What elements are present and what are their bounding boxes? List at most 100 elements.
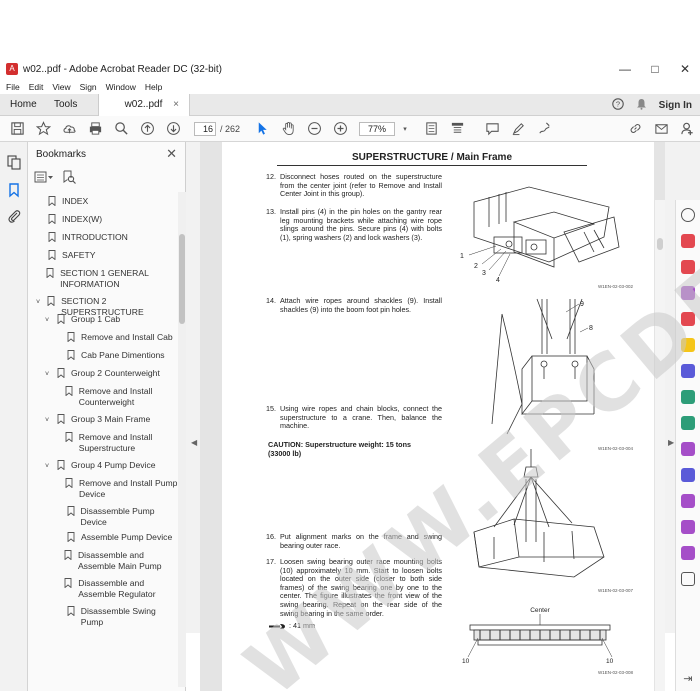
draw-icon[interactable] bbox=[536, 121, 552, 137]
fit-page-icon[interactable] bbox=[423, 121, 439, 137]
search-tool-icon[interactable] bbox=[681, 208, 695, 222]
bookmark-label: Group 2 Counterweight bbox=[71, 368, 160, 378]
protect-shield-icon[interactable] bbox=[681, 468, 695, 482]
cloud-upload-icon[interactable] bbox=[61, 121, 77, 137]
expand-chevron-icon[interactable]: ˅ bbox=[45, 369, 54, 380]
bookmark-label: INTRODUCTION bbox=[62, 232, 128, 242]
close-panel-icon[interactable]: ✕ bbox=[166, 146, 177, 162]
expand-chevron-icon[interactable]: ˅ bbox=[45, 415, 54, 426]
zoom-out-icon[interactable] bbox=[306, 121, 322, 137]
bookmark-item[interactable]: Cab Pane Dimentions bbox=[55, 350, 178, 361]
tab-close-icon[interactable]: × bbox=[173, 99, 179, 110]
comment-icon[interactable] bbox=[484, 121, 500, 137]
export-pdf-icon[interactable] bbox=[681, 234, 695, 248]
acrobat-window: A w02..pdf - Adobe Acrobat Reader DC (32… bbox=[0, 58, 700, 691]
link-icon[interactable] bbox=[627, 121, 643, 137]
expand-chevron-icon[interactable]: ˅ bbox=[36, 297, 44, 308]
page-thumbnails-icon[interactable] bbox=[6, 154, 22, 170]
print-icon[interactable] bbox=[87, 121, 103, 137]
email-icon[interactable] bbox=[653, 121, 669, 137]
tab-tools[interactable]: Tools bbox=[44, 94, 94, 116]
request-signature-icon[interactable] bbox=[681, 520, 695, 534]
edit-pdf-icon[interactable] bbox=[681, 286, 695, 300]
find-bookmark-icon[interactable] bbox=[62, 170, 82, 186]
tab-home[interactable]: Home bbox=[0, 94, 44, 116]
scan-ocr-icon[interactable] bbox=[681, 390, 695, 404]
select-cursor-icon[interactable] bbox=[254, 121, 270, 137]
create-pdf-icon[interactable] bbox=[681, 260, 695, 274]
sign-in-button[interactable]: Sign In bbox=[659, 100, 692, 111]
bookmark-item[interactable]: Disassemble and Assemble Regulator bbox=[55, 578, 178, 600]
bookmark-item[interactable]: ˅ Group 4 Pump Device bbox=[45, 460, 178, 472]
document-viewer: SUPERSTRUCTURE / Main Frame 12. Disconnec… bbox=[200, 142, 665, 691]
organize-pages-icon[interactable] bbox=[681, 364, 695, 378]
menu-help[interactable]: Help bbox=[145, 82, 162, 92]
bookmarks-panel-icon[interactable] bbox=[6, 182, 22, 198]
previous-page-icon[interactable] bbox=[139, 121, 155, 137]
fill-sign-icon[interactable] bbox=[681, 442, 695, 456]
share-user-icon[interactable] bbox=[679, 121, 695, 137]
bookmark-item[interactable]: INTRODUCTION bbox=[36, 232, 178, 243]
help-icon[interactable]: ? bbox=[611, 97, 624, 113]
bookmark-label: Disassemble Pump Device bbox=[80, 506, 155, 527]
document-scroll-thumb[interactable] bbox=[657, 238, 663, 250]
menu-window[interactable]: Window bbox=[106, 82, 136, 92]
menu-edit[interactable]: Edit bbox=[29, 82, 44, 92]
highlight-pen-icon[interactable] bbox=[510, 121, 526, 137]
expand-chevron-icon[interactable]: ˅ bbox=[45, 315, 54, 326]
expand-chevron-icon[interactable]: ˅ bbox=[45, 461, 54, 472]
menu-sign[interactable]: Sign bbox=[80, 82, 97, 92]
comment-tool-icon[interactable] bbox=[681, 338, 695, 352]
attachments-paperclip-icon[interactable] bbox=[6, 208, 22, 224]
scroll-mode-icon[interactable] bbox=[449, 121, 465, 137]
page-number-input[interactable]: 16 bbox=[194, 121, 216, 136]
collapse-left-pane-icon[interactable]: ◀ bbox=[191, 438, 197, 447]
menu-file[interactable]: File bbox=[6, 82, 20, 92]
bookmark-item[interactable]: SAFETY bbox=[36, 250, 178, 261]
caution-note: CAUTION: Superstructure weight: 15 tons … bbox=[268, 440, 411, 458]
collapse-right-pane-icon[interactable]: ▶ bbox=[668, 438, 674, 447]
save-icon[interactable] bbox=[9, 121, 25, 137]
step-number: 12. bbox=[266, 172, 276, 181]
svg-text:?: ? bbox=[616, 99, 620, 108]
bookmark-item[interactable]: Assemble Pump Device bbox=[55, 532, 178, 543]
zoom-level-select[interactable]: 77% bbox=[359, 121, 396, 136]
tab-document[interactable]: w02..pdf × bbox=[98, 94, 190, 116]
bookmark-item[interactable]: ˅ Group 1 Cab bbox=[45, 314, 178, 326]
certificates-icon[interactable] bbox=[681, 546, 695, 560]
bookmark-item[interactable]: SECTION 1 GENERAL INFORMATION bbox=[36, 268, 178, 290]
bookmark-item[interactable]: Remove and Install Counterweight bbox=[55, 386, 178, 408]
bookmark-item[interactable]: Disassemble Pump Device bbox=[55, 506, 178, 528]
step-17: 17. Loosen swing bearing outer race mount… bbox=[266, 557, 442, 618]
document-scrollbar[interactable] bbox=[655, 200, 665, 691]
combine-files-icon[interactable] bbox=[681, 312, 695, 326]
bookmark-item[interactable]: INDEX bbox=[36, 196, 178, 207]
star-icon[interactable] bbox=[35, 121, 51, 137]
expand-tools-icon[interactable]: ⇥ bbox=[681, 672, 695, 686]
bookmark-item[interactable]: ˅ Group 2 Counterweight bbox=[45, 368, 178, 380]
bookmark-item[interactable]: ˅ Group 3 Main Frame bbox=[45, 414, 178, 426]
compress-pdf-icon[interactable] bbox=[681, 416, 695, 430]
bookmark-item[interactable]: Remove and Install Cab bbox=[55, 332, 178, 343]
close-window-button[interactable]: ✕ bbox=[670, 58, 700, 80]
bookmark-item[interactable]: Remove and Install Pump Device bbox=[55, 478, 178, 500]
notification-bell-icon[interactable] bbox=[636, 98, 647, 113]
minimize-button[interactable]: — bbox=[610, 58, 640, 80]
bookmark-item[interactable]: Remove and Install Superstructure bbox=[55, 432, 178, 454]
next-page-icon[interactable] bbox=[165, 121, 181, 137]
bookmark-item[interactable]: Disassemble and Assemble Main Pump bbox=[55, 550, 178, 572]
fig2-label: 9 bbox=[580, 301, 584, 308]
menu-view[interactable]: View bbox=[52, 82, 70, 92]
bookmark-options-icon[interactable] bbox=[34, 170, 54, 186]
hand-tool-icon[interactable] bbox=[280, 121, 296, 137]
bookmark-item[interactable]: INDEX(W) bbox=[36, 214, 178, 225]
more-tools-icon[interactable] bbox=[681, 572, 695, 586]
bookmarks-scroll-thumb[interactable] bbox=[179, 234, 185, 324]
bookmark-item[interactable]: Disassemble Swing Pump bbox=[55, 606, 178, 628]
search-zoom-icon[interactable] bbox=[113, 121, 129, 137]
zoom-dropdown-chevron-icon[interactable]: ▾ bbox=[397, 121, 413, 137]
prepare-form-icon[interactable] bbox=[681, 494, 695, 508]
maximize-button[interactable]: □ bbox=[640, 58, 670, 80]
bookmarks-scrollbar[interactable] bbox=[178, 192, 186, 687]
zoom-in-icon[interactable] bbox=[332, 121, 348, 137]
